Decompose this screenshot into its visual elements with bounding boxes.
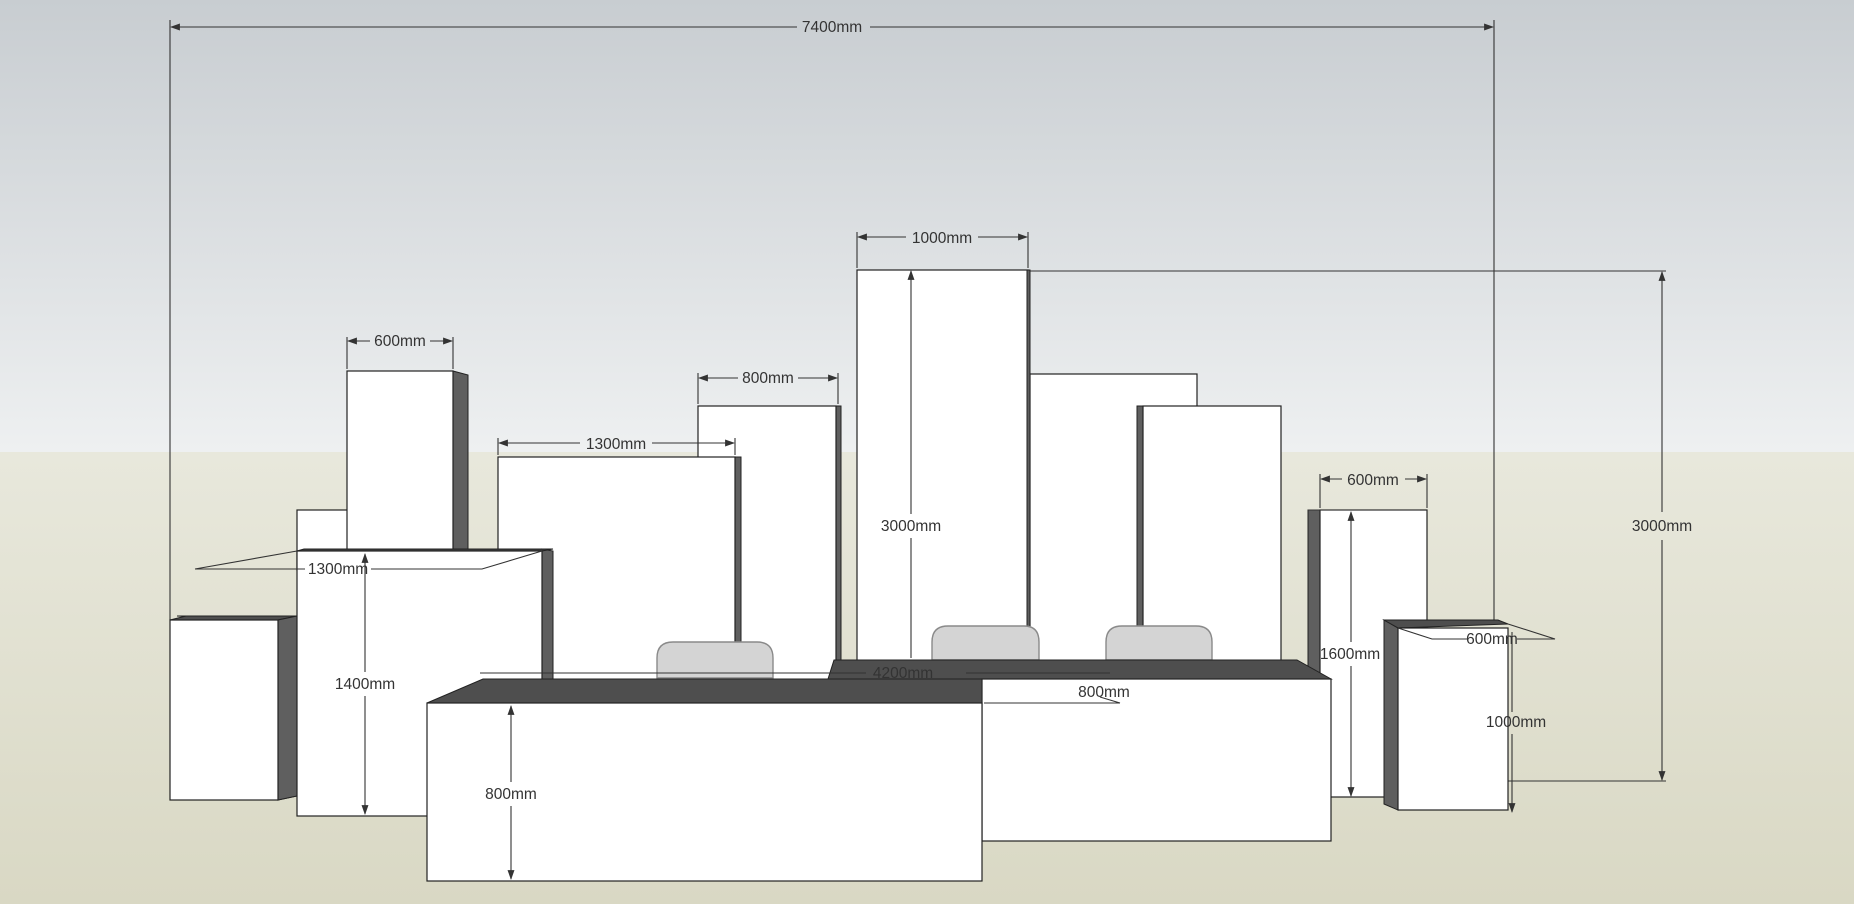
stool-cushion-right <box>1105 625 1213 661</box>
left-cube <box>169 615 298 801</box>
tall-panel-width-label: 1000mm <box>912 230 972 247</box>
counter-depth-label: 800mm <box>1078 684 1130 701</box>
cabinet-depth-label: 1300mm <box>308 561 368 578</box>
overall-width-label: 7400mm <box>802 19 862 36</box>
exhibition-booth-diagram: 7400mm 3000mm 600mm 800mm 1300mm 1000mm … <box>0 0 1854 904</box>
right-height-label: 3000mm <box>1632 518 1692 535</box>
mid-panel-width-label: 800mm <box>742 370 794 387</box>
tall-panel: 1000mm 3000mm <box>856 230 1031 665</box>
left-wide-panel-width-label: 1300mm <box>586 436 646 453</box>
counter-height-label: 800mm <box>485 786 537 803</box>
tall-panel-height-label: 3000mm <box>881 518 941 535</box>
cabinet-height-label: 1400mm <box>335 676 395 693</box>
stool-cushion-center <box>931 625 1040 661</box>
right-cube-height-label: 1000mm <box>1486 714 1546 731</box>
right-cube-depth-label: 600mm <box>1466 631 1518 648</box>
right-column-height-label: 1600mm <box>1320 646 1380 663</box>
left-tower-width-label: 600mm <box>374 333 426 350</box>
right-column-width-label: 600mm <box>1347 472 1399 489</box>
counter-length-label: 4200mm <box>873 665 933 682</box>
